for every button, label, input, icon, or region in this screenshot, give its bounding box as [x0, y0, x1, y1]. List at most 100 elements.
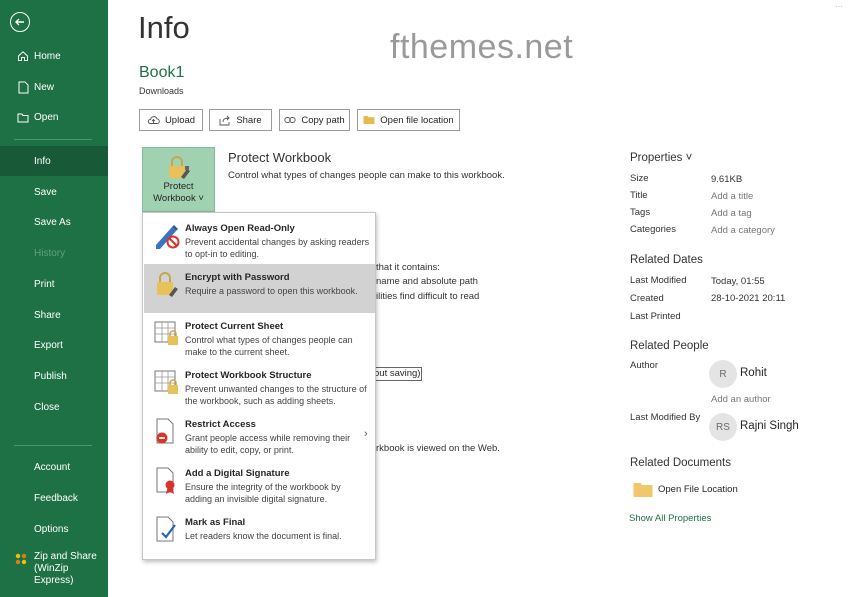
sidebar-item-label: Close — [34, 401, 60, 413]
protect-workbook-button[interactable]: Protect Workbook ˅ — [142, 147, 215, 212]
workbook-lock-icon — [154, 368, 180, 403]
size-label: Size — [630, 173, 649, 184]
backstage-sidebar: Home New Open Info Save Save As History … — [0, 0, 108, 597]
protect-workbook-title: Protect Workbook — [228, 150, 332, 165]
last-modified-label: Last Modified — [630, 275, 687, 286]
menu-item-title: Always Open Read-Only — [185, 223, 295, 234]
menu-item-encrypt-with-password[interactable]: Encrypt with Password Require a password… — [144, 264, 375, 313]
menu-item-restrict-access[interactable]: Restrict Access Grant people access whil… — [144, 411, 375, 460]
menu-item-protect-current-sheet[interactable]: Protect Current Sheet Control what types… — [144, 313, 375, 362]
author-name[interactable]: Rohit — [740, 367, 767, 379]
related-documents-heading: Related Documents — [630, 457, 731, 469]
protect-workbook-description: Control what types of changes people can… — [228, 170, 505, 181]
sidebar-item-feedback[interactable]: Feedback — [0, 483, 108, 513]
inspect-text-fragment: that it contains: — [376, 262, 440, 273]
winzip-icon — [15, 553, 27, 569]
upload-button[interactable]: Upload — [139, 109, 203, 131]
home-icon — [15, 50, 31, 62]
sidebar-item-history: History — [0, 238, 108, 268]
sidebar-item-label: Save As — [34, 216, 71, 228]
sidebar-item-label: Export — [34, 339, 63, 351]
workbook-location: Downloads — [139, 86, 184, 96]
sidebar-item-export[interactable]: Export — [0, 330, 108, 360]
last-modified-by-label: Last Modified By — [630, 412, 701, 423]
new-document-icon — [15, 81, 31, 94]
sidebar-item-label: Info — [34, 155, 51, 167]
show-all-properties-link[interactable]: Show All Properties — [629, 513, 711, 524]
menu-item-add-digital-signature[interactable]: Add a Digital Signature Ensure the integ… — [144, 460, 375, 509]
chevron-right-icon: › — [364, 428, 368, 440]
sidebar-item-publish[interactable]: Publish — [0, 361, 108, 391]
sidebar-item-share[interactable]: Share — [0, 300, 108, 330]
protect-workbook-menu: Always Open Read-Only Prevent accidental… — [142, 212, 376, 560]
sidebar-item-print[interactable]: Print — [0, 269, 108, 299]
sidebar-item-label: Feedback — [34, 492, 78, 504]
sidebar-item-close[interactable]: Close — [0, 392, 108, 422]
menu-item-description: Prevent accidental changes by asking rea… — [185, 237, 370, 259]
share-label: Share — [236, 114, 262, 126]
sidebar-item-options[interactable]: Options — [0, 514, 108, 544]
sidebar-item-account[interactable]: Account — [0, 452, 108, 482]
back-arrow-icon[interactable] — [10, 12, 30, 32]
last-modified-value: Today, 01:55 — [711, 276, 765, 287]
sidebar-item-label: New — [34, 81, 55, 93]
folder-icon — [363, 116, 375, 124]
sidebar-item-new[interactable]: New — [0, 72, 108, 102]
upload-label: Upload — [164, 114, 196, 126]
menu-item-description: Let readers know the document is final. — [185, 531, 342, 541]
upload-icon — [147, 116, 160, 124]
add-author-input[interactable]: Add an author — [711, 394, 771, 405]
created-label: Created — [630, 293, 664, 304]
categories-input[interactable]: Add a category — [711, 225, 775, 236]
menu-item-title: Protect Current Sheet — [185, 321, 284, 332]
sidebar-item-label: Print — [34, 278, 55, 290]
menu-item-protect-workbook-structure[interactable]: Protect Workbook Structure Prevent unwan… — [144, 362, 375, 411]
menu-item-description: Control what types of changes people can… — [185, 335, 353, 357]
signature-ribbon-icon — [154, 466, 180, 501]
sidebar-item-save[interactable]: Save — [0, 177, 108, 207]
tags-input[interactable]: Add a tag — [711, 208, 752, 219]
protect-workbook-label-line1: Protect — [163, 181, 194, 192]
sidebar-item-label: Open — [34, 111, 59, 123]
folder-icon — [633, 483, 653, 497]
copy-path-label: Copy path — [301, 114, 345, 126]
copy-path-button[interactable]: Copy path — [279, 109, 350, 131]
title-input[interactable]: Add a title — [711, 191, 753, 202]
sidebar-item-label: Share — [34, 309, 61, 321]
menu-item-description: Grant people access while removing their… — [185, 433, 351, 455]
menu-item-title: Add a Digital Signature — [185, 468, 290, 479]
author-label: Author — [630, 360, 658, 371]
sidebar-divider — [14, 445, 92, 446]
sidebar-item-home[interactable]: Home — [0, 41, 108, 71]
workbook-name: Book1 — [139, 64, 185, 81]
sidebar-item-save-as[interactable]: Save As — [0, 207, 108, 237]
title-label: Title — [630, 190, 648, 201]
open-file-location-text: Open File Location — [658, 484, 738, 495]
sidebar-item-open[interactable]: Open — [0, 102, 108, 132]
related-dates-heading: Related Dates — [630, 254, 703, 266]
open-folder-icon — [15, 112, 31, 123]
properties-dropdown[interactable]: Properties ˅ — [630, 152, 692, 164]
inspect-text-fragment: ilities find difficult to read — [376, 291, 480, 302]
pencil-prohibited-icon — [154, 221, 180, 256]
menu-item-title: Mark as Final — [185, 517, 246, 528]
inspect-text-fragment: name and absolute path — [376, 276, 478, 287]
open-file-location-link[interactable]: Open File Location — [633, 481, 738, 498]
last-printed-label: Last Printed — [630, 311, 681, 322]
page-title: Info — [138, 10, 190, 45]
sheet-lock-icon — [154, 319, 180, 354]
sidebar-item-label: History — [34, 247, 66, 259]
sidebar-item-label: Home — [34, 50, 61, 62]
sidebar-item-info[interactable]: Info — [0, 146, 108, 176]
last-modified-by-name[interactable]: Rajni Singh — [740, 420, 799, 432]
restrict-document-icon — [154, 417, 180, 452]
share-icon — [219, 115, 230, 125]
open-file-location-button[interactable]: Open file location — [357, 109, 460, 131]
menu-item-always-open-read-only[interactable]: Always Open Read-Only Prevent accidental… — [144, 215, 375, 264]
share-button[interactable]: Share — [209, 109, 272, 131]
watermark-text: fthemes.net — [390, 28, 574, 66]
menu-item-description: Prevent unwanted changes to the structur… — [185, 384, 367, 406]
more-options-icon: ··· — [835, 2, 843, 11]
menu-item-title: Encrypt with Password — [185, 272, 290, 283]
menu-item-mark-as-final[interactable]: Mark as Final Let readers know the docum… — [144, 509, 375, 558]
